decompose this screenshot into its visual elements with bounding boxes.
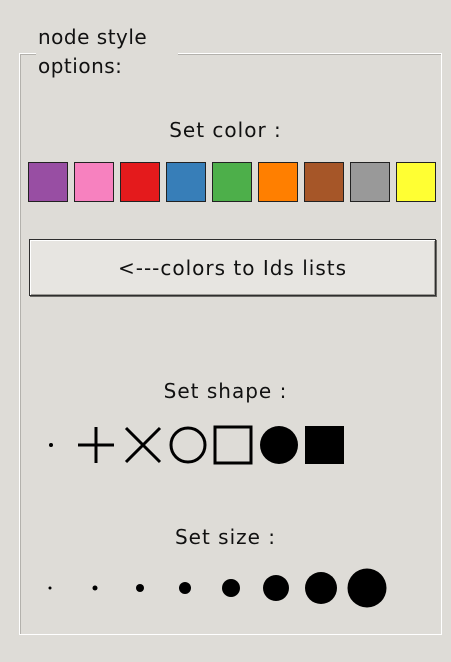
cross-icon <box>124 426 162 464</box>
square-outline-icon <box>213 425 253 465</box>
plus-icon <box>78 427 114 463</box>
shape-button-plus[interactable] <box>75 419 121 471</box>
size-button-8[interactable] <box>345 565 389 613</box>
size-8-dot-icon <box>347 568 387 608</box>
groupbox-title: node style options: <box>36 23 178 81</box>
color-swatch-blue[interactable] <box>166 162 206 202</box>
size-button-row <box>0 565 451 613</box>
set-shape-label: Set shape : <box>163 379 288 403</box>
size-button-2[interactable] <box>73 565 117 613</box>
shape-button-filled-circle[interactable] <box>258 419 304 471</box>
size-button-5[interactable] <box>209 565 253 613</box>
color-swatch-green[interactable] <box>212 162 252 202</box>
shape-button-filled-square[interactable] <box>303 419 349 471</box>
color-swatch-red[interactable] <box>120 162 160 202</box>
shape-button-row <box>0 419 451 471</box>
color-swatch-yellow[interactable] <box>396 162 436 202</box>
colors-to-ids-button-label: <---colors to Ids lists <box>117 255 348 280</box>
point-icon <box>49 443 53 447</box>
size-5-dot-icon <box>222 579 240 597</box>
shape-button-point[interactable] <box>29 419 75 471</box>
color-swatch-brown[interactable] <box>304 162 344 202</box>
size-button-6[interactable] <box>254 565 298 613</box>
color-swatch-orange[interactable] <box>258 162 298 202</box>
shape-button-circle-outline[interactable] <box>167 419 213 471</box>
size-3-dot-icon <box>136 584 144 592</box>
filled-circle-icon <box>260 426 298 464</box>
size-7-dot-icon <box>305 572 337 604</box>
size-1-dot-icon <box>48 586 52 590</box>
size-6-dot-icon <box>263 575 289 601</box>
set-size-label: Set size : <box>174 525 277 549</box>
color-swatch-purple[interactable] <box>28 162 68 202</box>
color-swatch-row <box>28 162 436 204</box>
size-2-dot-icon <box>92 585 98 591</box>
size-4-dot-icon <box>179 582 191 594</box>
shape-button-square-outline[interactable] <box>212 419 258 471</box>
size-button-4[interactable] <box>163 565 207 613</box>
size-button-7[interactable] <box>299 565 343 613</box>
color-swatch-pink[interactable] <box>74 162 114 202</box>
color-swatch-gray[interactable] <box>350 162 390 202</box>
set-color-label: Set color : <box>169 118 282 142</box>
size-button-1[interactable] <box>28 565 72 613</box>
colors-to-ids-button[interactable]: <---colors to Ids lists <box>29 239 436 296</box>
filled-square-icon <box>305 426 344 464</box>
circle-outline-icon <box>169 426 207 464</box>
size-button-3[interactable] <box>118 565 162 613</box>
shape-button-cross[interactable] <box>121 419 167 471</box>
